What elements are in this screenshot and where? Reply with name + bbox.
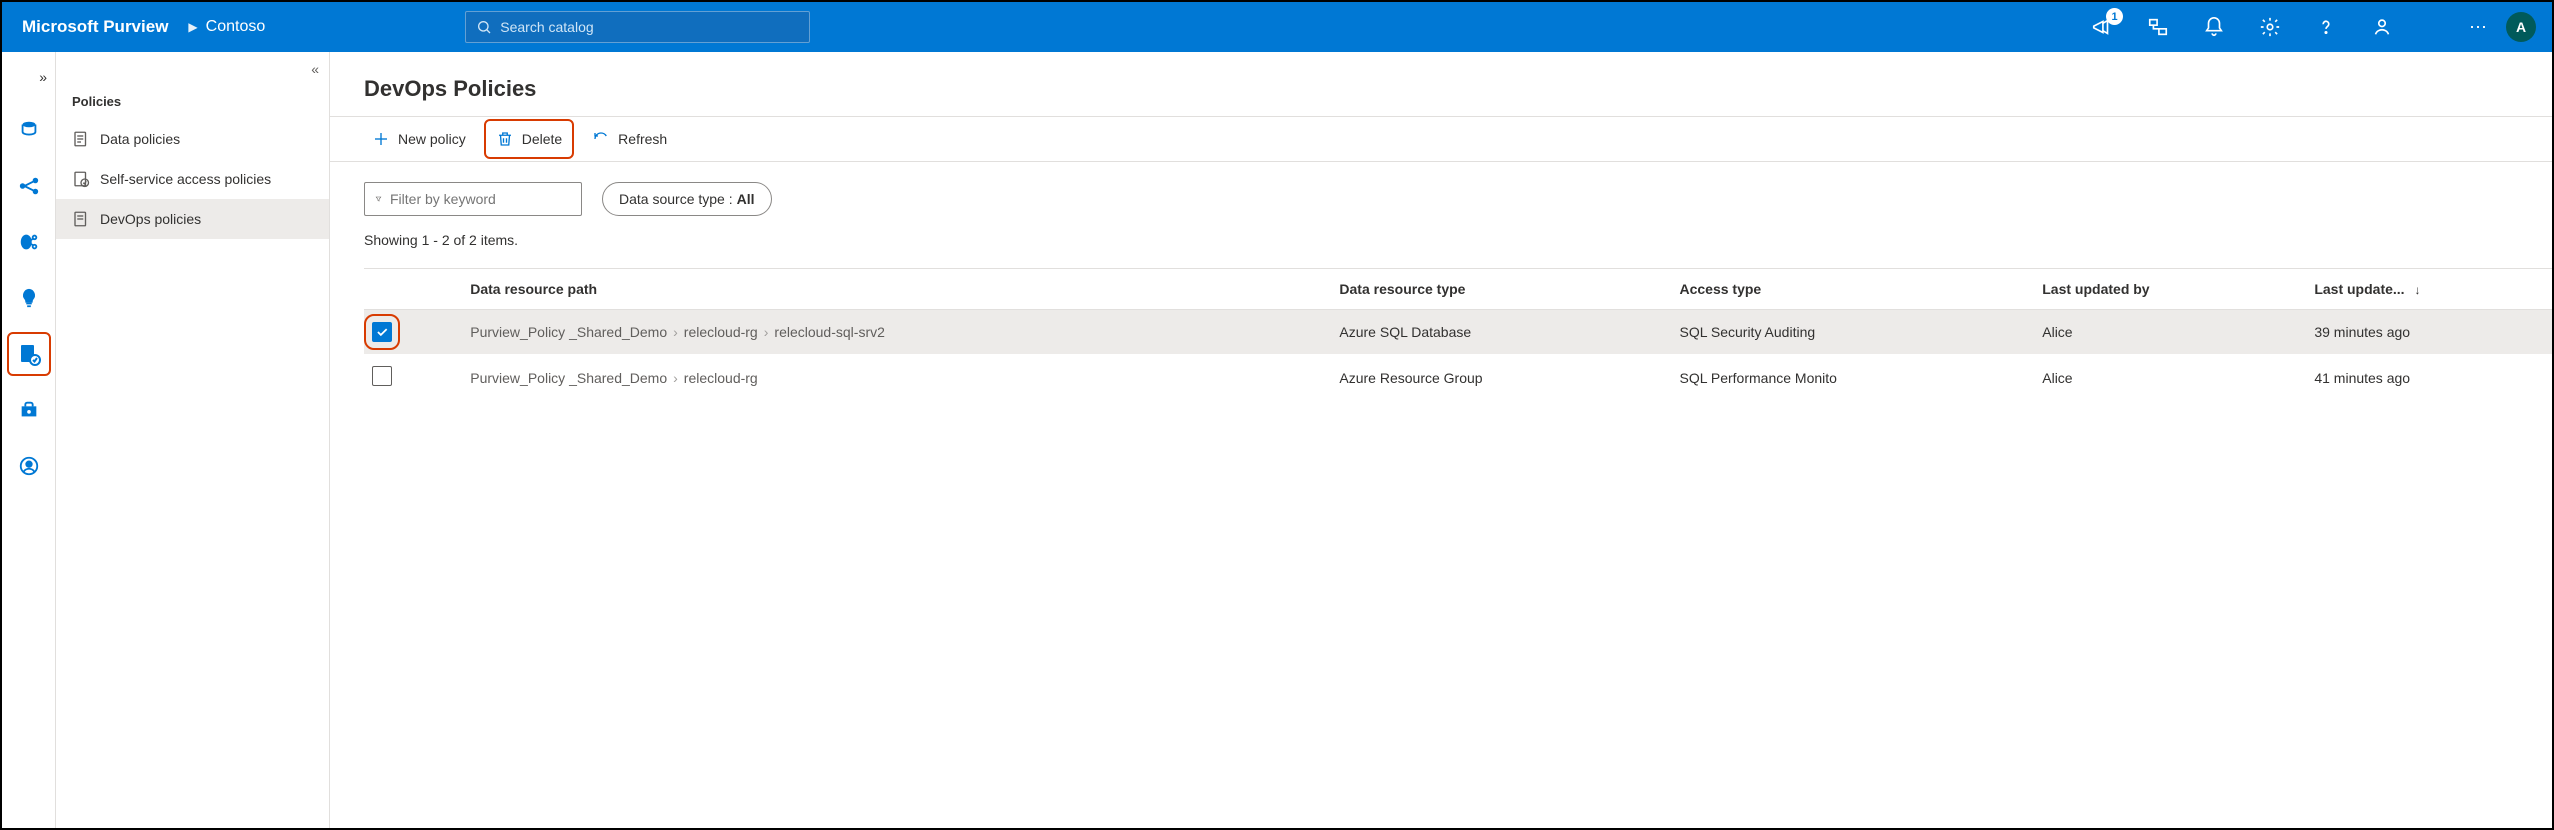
col-header-user[interactable]: Last updated by <box>2034 269 2306 310</box>
cmd-label: Refresh <box>618 131 667 147</box>
main-content: DevOps Policies New policy Delete Refres… <box>330 52 2552 828</box>
row-checkbox[interactable] <box>372 322 392 342</box>
trash-icon <box>496 130 514 148</box>
feedback-icon[interactable] <box>2367 12 2397 42</box>
more-icon[interactable]: ⋯ <box>2469 17 2488 38</box>
sidebar: « Policies Data policies Self-service ac… <box>56 52 330 828</box>
filter-keyword-field[interactable] <box>390 191 571 207</box>
devops-policies-icon <box>72 210 90 228</box>
data-policies-icon <box>72 130 90 148</box>
rail-insights-icon[interactable] <box>11 280 47 316</box>
pill-value: All <box>737 191 755 207</box>
rail-data-icon[interactable] <box>11 112 47 148</box>
sidebar-title: Policies <box>56 86 329 119</box>
search-input[interactable] <box>500 19 799 35</box>
search-icon <box>476 19 492 35</box>
app-title[interactable]: Microsoft Purview <box>22 17 168 37</box>
sidebar-item-data-policies[interactable]: Data policies <box>56 119 329 159</box>
policies-table: Data resource path Data resource type Ac… <box>364 268 2552 401</box>
header-actions: 1 <box>2087 12 2397 42</box>
col-header-updated[interactable]: Last update... ↓ <box>2306 269 2552 310</box>
col-header-type[interactable]: Data resource type <box>1331 269 1671 310</box>
sidebar-item-label: Data policies <box>100 131 180 147</box>
cell-access: SQL Performance Monito <box>1671 354 2034 401</box>
help-icon[interactable] <box>2311 12 2341 42</box>
cell-user: Alice <box>2034 354 2306 401</box>
rail-policy-icon[interactable] <box>11 336 47 372</box>
nav-rail: » <box>2 52 56 828</box>
search-field[interactable] <box>465 11 810 43</box>
breadcrumb[interactable]: Contoso <box>206 18 266 36</box>
bell-icon[interactable] <box>2199 12 2229 42</box>
collapse-sidebar-icon[interactable]: « <box>311 61 319 77</box>
sidebar-item-self-service[interactable]: Self-service access policies <box>56 159 329 199</box>
refresh-icon <box>592 130 610 148</box>
avatar[interactable]: A <box>2506 12 2536 42</box>
table-row[interactable]: Purview_Policy _Shared_Demo›relecloud-rg… <box>364 310 2552 355</box>
self-service-icon <box>72 170 90 188</box>
row-checkbox[interactable] <box>372 366 392 386</box>
directory-icon[interactable] <box>2143 12 2173 42</box>
cell-path: Purview_Policy _Shared_Demo›relecloud-rg… <box>462 310 1331 355</box>
cell-user: Alice <box>2034 310 2306 355</box>
expand-rail-icon[interactable]: » <box>2 62 55 92</box>
cell-access: SQL Security Auditing <box>1671 310 2034 355</box>
filter-keyword-input[interactable] <box>364 182 582 216</box>
rail-map-icon[interactable] <box>11 168 47 204</box>
page-title: DevOps Policies <box>330 52 2552 116</box>
delete-button[interactable]: Delete <box>488 123 570 155</box>
command-bar: New policy Delete Refresh <box>330 116 2552 162</box>
pill-label: Data source type : <box>619 191 733 207</box>
sidebar-item-devops-policies[interactable]: DevOps policies <box>56 199 329 239</box>
col-header-path[interactable]: Data resource path <box>462 269 1331 310</box>
new-policy-button[interactable]: New policy <box>364 123 474 155</box>
rail-share-icon[interactable] <box>11 224 47 260</box>
cell-updated: 39 minutes ago <box>2306 310 2552 355</box>
cell-type: Azure Resource Group <box>1331 354 1671 401</box>
filter-icon <box>375 191 382 207</box>
rail-privacy-icon[interactable] <box>11 448 47 484</box>
sort-desc-icon: ↓ <box>2414 283 2420 297</box>
data-source-type-filter[interactable]: Data source type : All <box>602 182 772 216</box>
gear-icon[interactable] <box>2255 12 2285 42</box>
table-row[interactable]: Purview_Policy _Shared_Demo›relecloud-rg… <box>364 354 2552 401</box>
notification-badge: 1 <box>2106 8 2123 25</box>
rail-management-icon[interactable] <box>11 392 47 428</box>
refresh-button[interactable]: Refresh <box>584 123 675 155</box>
sidebar-item-label: Self-service access policies <box>100 171 271 187</box>
cmd-label: New policy <box>398 131 466 147</box>
cell-type: Azure SQL Database <box>1331 310 1671 355</box>
header-bar: Microsoft Purview ▶ Contoso 1 ⋯ A <box>2 2 2552 52</box>
col-header-access[interactable]: Access type <box>1671 269 2034 310</box>
cell-updated: 41 minutes ago <box>2306 354 2552 401</box>
results-count: Showing 1 - 2 of 2 items. <box>330 216 2552 268</box>
chevron-right-icon: ▶ <box>188 20 197 34</box>
cmd-label: Delete <box>522 131 562 147</box>
megaphone-icon[interactable]: 1 <box>2087 12 2117 42</box>
sidebar-item-label: DevOps policies <box>100 211 201 227</box>
plus-icon <box>372 130 390 148</box>
cell-path: Purview_Policy _Shared_Demo›relecloud-rg <box>462 354 1331 401</box>
